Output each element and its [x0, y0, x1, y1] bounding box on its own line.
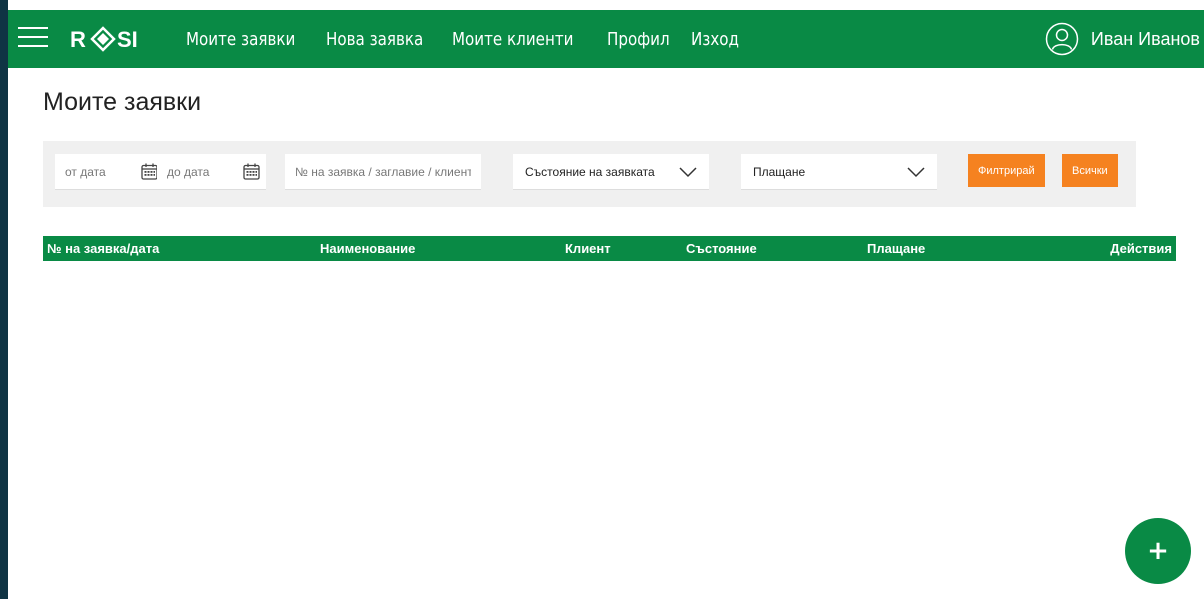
nav-logout[interactable]: Изход — [691, 29, 739, 50]
nav-my-requests[interactable]: Моите заявки — [186, 29, 295, 50]
column-header-client[interactable]: Клиент — [565, 241, 611, 256]
chevron-down-icon — [907, 166, 925, 177]
show-all-button[interactable]: Всички — [1062, 154, 1118, 187]
menu-icon[interactable] — [18, 27, 48, 51]
calendar-icon[interactable] — [243, 163, 260, 180]
chevron-down-icon — [679, 166, 697, 177]
nav-new-request[interactable]: Нова заявка — [326, 29, 423, 50]
column-header-name[interactable]: Наименование — [320, 241, 415, 256]
filter-button[interactable]: Филтрирай — [968, 154, 1045, 187]
add-request-button[interactable]: + — [1125, 518, 1191, 584]
user-menu[interactable]: Иван Иванов — [1045, 10, 1200, 68]
rosi-logo-icon: R SI — [70, 26, 138, 52]
page-title: Моите заявки — [43, 88, 202, 116]
user-avatar-icon — [1045, 22, 1079, 56]
user-name: Иван Иванов — [1090, 28, 1200, 49]
column-header-status[interactable]: Състояние — [686, 241, 757, 256]
status-select-value: Състояние на заявката — [525, 164, 655, 179]
nav-my-clients[interactable]: Моите клиенти — [452, 29, 573, 50]
top-strip — [8, 0, 1204, 10]
search-field[interactable] — [285, 154, 481, 190]
nav-profile[interactable]: Профил — [607, 29, 670, 50]
top-navbar: R SI Моите заявки Нова заявка Моите клие… — [8, 10, 1204, 68]
calendar-icon[interactable] — [141, 163, 158, 180]
to-date-field[interactable] — [157, 154, 266, 190]
brand-logo[interactable]: R SI — [70, 26, 154, 52]
svg-text:R: R — [70, 27, 86, 52]
search-input[interactable] — [285, 154, 481, 189]
filter-panel: Състояние на заявката Плащане Филтрирай … — [43, 141, 1136, 207]
svg-text:SI: SI — [117, 27, 138, 52]
payment-select[interactable]: Плащане — [741, 154, 937, 190]
table-header: № на заявка/дата Наименование Клиент Със… — [43, 236, 1176, 261]
main-nav: Моите заявки Нова заявка Моите клиенти П… — [186, 10, 758, 68]
column-header-payment[interactable]: Плащане — [867, 241, 925, 256]
column-header-request-no[interactable]: № на заявка/дата — [47, 241, 159, 256]
payment-select-value: Плащане — [753, 164, 806, 179]
column-header-actions[interactable]: Действия — [1110, 241, 1172, 256]
status-select[interactable]: Състояние на заявката — [513, 154, 709, 190]
left-edge-bar — [0, 0, 8, 599]
from-date-field[interactable] — [55, 154, 164, 190]
